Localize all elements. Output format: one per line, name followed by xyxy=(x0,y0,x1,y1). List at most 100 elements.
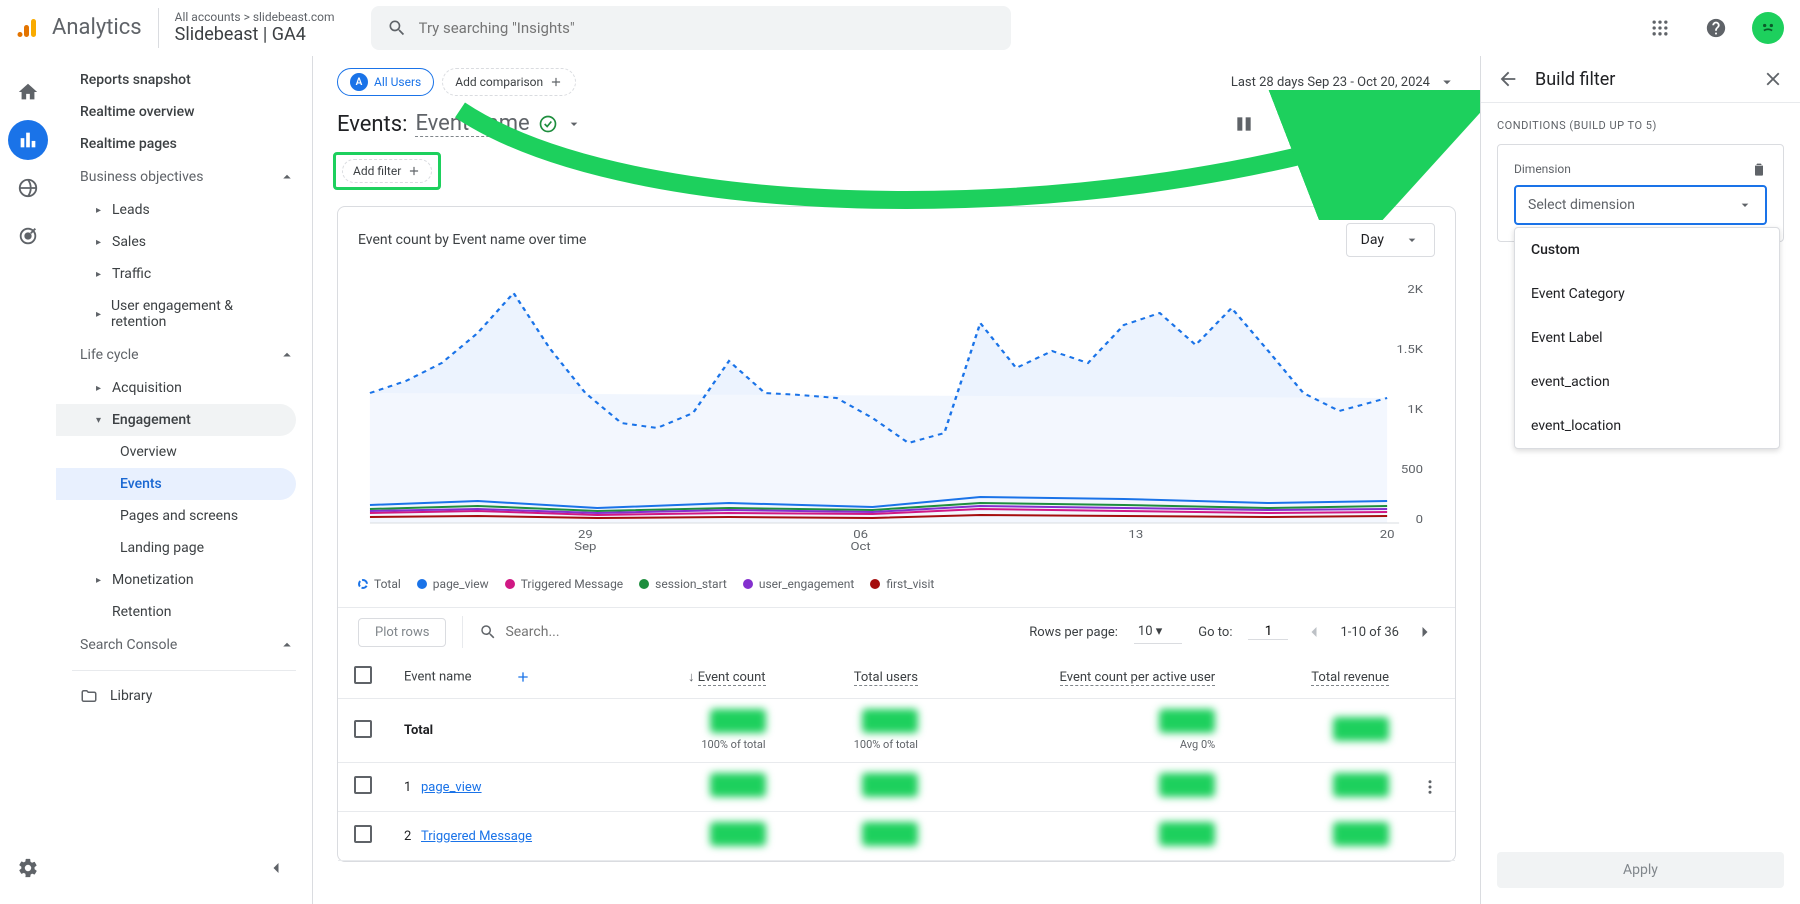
sidebar-section-business-objectives[interactable]: Business objectives xyxy=(56,160,312,194)
row-checkbox[interactable] xyxy=(354,720,372,738)
sidebar-realtime-overview[interactable]: Realtime overview xyxy=(56,96,296,128)
legend-user-engagement[interactable]: user_engagement xyxy=(743,577,854,591)
help-icon[interactable] xyxy=(1696,8,1736,48)
header-actions xyxy=(1640,8,1784,48)
dropdown-option[interactable]: event_action xyxy=(1515,360,1779,404)
table-row: 1 page_view xyxy=(338,763,1455,812)
sidebar-item-library[interactable]: Library xyxy=(56,679,312,713)
event-link[interactable]: page_view xyxy=(421,780,482,795)
back-arrow-icon[interactable] xyxy=(1497,68,1519,90)
rail-reports-icon[interactable] xyxy=(8,120,48,160)
row-checkbox[interactable] xyxy=(354,825,372,843)
chip-add-comparison[interactable]: Add comparison xyxy=(442,68,576,96)
rail-advertising-icon[interactable] xyxy=(8,216,48,256)
add-filter-button[interactable]: Add filter xyxy=(342,159,432,183)
plot-rows-button[interactable]: Plot rows xyxy=(358,618,446,647)
sidebar-item-events[interactable]: Events xyxy=(56,468,296,500)
sidebar-section-life-cycle[interactable]: Life cycle xyxy=(56,338,312,372)
chart-title: Event count by Event name over time xyxy=(358,232,586,248)
sidebar-item-landing-page[interactable]: Landing page xyxy=(56,532,296,564)
chevron-up-icon xyxy=(278,636,296,654)
redacted-value xyxy=(862,773,918,797)
dropdown-option[interactable]: event_location xyxy=(1515,404,1779,448)
search-box[interactable] xyxy=(371,6,1011,50)
row-checkbox[interactable] xyxy=(354,776,372,794)
compare-icon[interactable] xyxy=(1224,104,1264,144)
sidebar-section-search-console[interactable]: Search Console xyxy=(56,628,312,662)
granularity-dropdown[interactable]: Day xyxy=(1346,223,1435,257)
divider xyxy=(462,616,463,648)
table-search[interactable] xyxy=(479,623,1013,641)
edit-icon[interactable] xyxy=(1416,104,1456,144)
sidebar-item-engagement[interactable]: ▾Engagement xyxy=(56,404,296,436)
more-icon[interactable] xyxy=(1421,778,1439,796)
next-page-icon[interactable] xyxy=(1415,622,1435,642)
dimension-select[interactable]: Select dimension xyxy=(1514,185,1767,225)
chart-plot: 2K 1.5K 1K 500 0 29 xyxy=(338,273,1455,569)
delete-icon[interactable] xyxy=(1751,161,1767,177)
legend-total[interactable]: Total xyxy=(358,577,401,591)
sidebar-item-leads[interactable]: ▸Leads xyxy=(56,194,296,226)
redacted-value xyxy=(1333,822,1389,846)
logo-area[interactable]: Analytics xyxy=(16,8,159,48)
apps-icon[interactable] xyxy=(1640,8,1680,48)
sidebar-item-traffic[interactable]: ▸Traffic xyxy=(56,258,296,290)
dropdown-group-custom[interactable]: Custom xyxy=(1515,228,1779,272)
date-range-picker[interactable]: Last 28 days Sep 23 - Oct 20, 2024 xyxy=(1231,73,1456,91)
collapse-sidebar-icon[interactable] xyxy=(256,848,296,888)
sidebar-item-monetization[interactable]: ▸Monetization xyxy=(56,564,296,596)
legend-triggered-message[interactable]: Triggered Message xyxy=(505,577,623,591)
search-input[interactable] xyxy=(419,19,995,37)
quality-icon[interactable] xyxy=(1272,104,1312,144)
sidebar-item-sales[interactable]: ▸Sales xyxy=(56,226,296,258)
breadcrumb-path: All accounts > slidebeast.com xyxy=(175,10,335,24)
legend-session-start[interactable]: session_start xyxy=(639,577,727,591)
table-search-input[interactable] xyxy=(505,624,683,640)
close-icon[interactable] xyxy=(1762,68,1784,90)
check-circle-icon xyxy=(538,114,558,134)
legend-page-view[interactable]: page_view xyxy=(417,577,489,591)
legend-first-visit[interactable]: first_visit xyxy=(870,577,934,591)
event-link[interactable]: Triggered Message xyxy=(421,829,532,844)
select-all-checkbox[interactable] xyxy=(354,666,372,684)
sidebar-item-retention[interactable]: Retention xyxy=(56,596,296,628)
rail-explore-icon[interactable] xyxy=(8,168,48,208)
share-icon[interactable] xyxy=(1320,104,1360,144)
svg-text:Oct: Oct xyxy=(850,540,870,553)
redacted-value xyxy=(1159,709,1215,733)
insights-icon[interactable] xyxy=(1368,104,1408,144)
dropdown-option[interactable]: Event Category xyxy=(1515,272,1779,316)
nav-rail xyxy=(0,56,56,904)
prev-page-icon[interactable] xyxy=(1304,622,1324,642)
settings-icon[interactable] xyxy=(8,848,48,888)
panel-title: Build filter xyxy=(1535,69,1746,90)
goto-page-input[interactable] xyxy=(1248,624,1288,640)
dropdown-option[interactable]: Event Label xyxy=(1515,316,1779,360)
account-picker[interactable]: All accounts > slidebeast.com Slidebeast… xyxy=(159,10,351,45)
sidebar-item-pages-screens[interactable]: Pages and screens xyxy=(56,500,296,532)
sidebar-item-user-engagement[interactable]: ▸User engagement & retention xyxy=(56,290,296,338)
sidebar-realtime-pages[interactable]: Realtime pages xyxy=(56,128,296,160)
condition-box: Dimension Select dimension Custom Event … xyxy=(1497,144,1784,242)
add-column-icon[interactable] xyxy=(515,669,531,685)
sidebar-reports-snapshot[interactable]: Reports snapshot xyxy=(56,64,296,96)
table-toolbar: Plot rows Rows per page: 10 ▾ Go to: 1-1… xyxy=(338,607,1455,656)
chip-all-users[interactable]: A All Users xyxy=(337,68,434,96)
rail-home-icon[interactable] xyxy=(8,72,48,112)
dropdown-arrow-icon xyxy=(1737,197,1753,213)
apply-button[interactable]: Apply xyxy=(1497,852,1784,888)
sidebar-item-acquisition[interactable]: ▸Acquisition xyxy=(56,372,296,404)
user-avatar[interactable] xyxy=(1752,12,1784,44)
svg-text:500: 500 xyxy=(1401,463,1423,476)
chart-card: Event count by Event name over time Day … xyxy=(337,206,1456,862)
svg-text:1.5K: 1.5K xyxy=(1397,343,1424,356)
main-toolbar: A All Users Add comparison Last 28 days … xyxy=(313,56,1480,96)
chevron-down-icon[interactable] xyxy=(566,116,582,132)
redacted-value xyxy=(862,822,918,846)
dimension-dropdown-menu: Custom Event Category Event Label event_… xyxy=(1514,227,1780,449)
chevron-down-icon xyxy=(1438,73,1456,91)
rows-per-page-select[interactable]: 10 ▾ xyxy=(1134,620,1182,644)
dimension-dropdown[interactable]: Event name xyxy=(415,111,529,137)
chart-legend: Total page_view Triggered Message sessio… xyxy=(338,569,1455,607)
sidebar-item-overview[interactable]: Overview xyxy=(56,436,296,468)
